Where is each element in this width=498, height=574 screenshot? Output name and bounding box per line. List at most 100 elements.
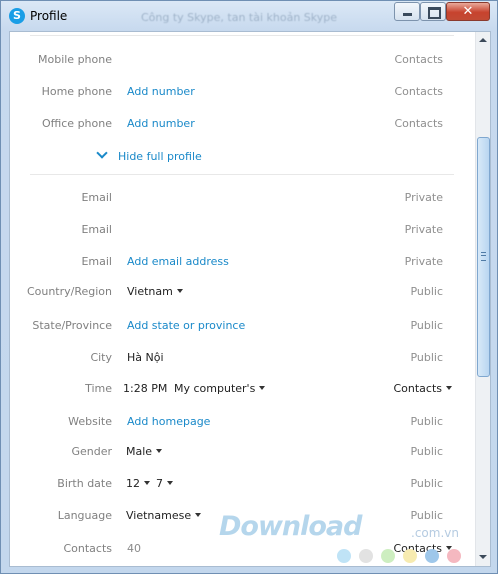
row-country: Country/Region Vietnam Public bbox=[10, 282, 476, 302]
field-label: Office phone bbox=[41, 117, 112, 130]
contacts-privacy-dropdown[interactable]: Contacts bbox=[393, 542, 452, 555]
timezone-dropdown[interactable]: My computer's bbox=[174, 382, 266, 395]
birth-month-dropdown[interactable]: 7 bbox=[156, 477, 173, 490]
scroll-up-arrow-icon[interactable] bbox=[479, 38, 487, 42]
row-city: City Hà Nội Public bbox=[10, 348, 476, 368]
maximize-button[interactable] bbox=[420, 2, 446, 21]
field-label: Email bbox=[81, 255, 112, 268]
watermark-dot bbox=[447, 549, 461, 563]
privacy-label: Public bbox=[410, 319, 443, 332]
scroll-down-arrow-icon[interactable] bbox=[479, 555, 487, 559]
chevron-down-icon bbox=[96, 147, 108, 159]
minimize-button[interactable] bbox=[394, 2, 420, 21]
country-dropdown[interactable]: Vietnam bbox=[127, 285, 183, 298]
title-bar[interactable]: S Profile Công ty Skype, tan tài khoản S… bbox=[1, 1, 498, 31]
language-dropdown[interactable]: Vietnamese bbox=[126, 509, 202, 522]
city-value[interactable]: Hà Nội bbox=[127, 351, 164, 364]
row-state: State/Province Add state or province Pub… bbox=[10, 316, 476, 336]
privacy-label: Public bbox=[410, 415, 443, 428]
close-icon: ✕ bbox=[462, 4, 474, 19]
watermark-dot bbox=[359, 549, 373, 563]
privacy-label: Public bbox=[410, 445, 443, 458]
field-label: Website bbox=[68, 415, 112, 428]
birth-day-dropdown[interactable]: 12 bbox=[126, 477, 150, 490]
field-label: Language bbox=[57, 509, 112, 522]
row-email-3: Email Add email address Private bbox=[10, 252, 476, 272]
field-label: City bbox=[90, 351, 112, 364]
divider bbox=[30, 35, 454, 36]
close-button[interactable]: ✕ bbox=[446, 2, 490, 21]
field-label: Home phone bbox=[41, 85, 112, 98]
field-label: Email bbox=[81, 191, 112, 204]
privacy-label: Private bbox=[404, 255, 443, 268]
row-time: Time 1:28 PM My computer's Contacts bbox=[10, 379, 476, 399]
privacy-value: Contacts bbox=[393, 382, 442, 395]
language-value: Vietnamese bbox=[126, 509, 192, 522]
field-label: Birth date bbox=[57, 477, 112, 490]
field-label: Gender bbox=[71, 445, 112, 458]
profile-content: Mobile phone Contacts Home phone Add num… bbox=[9, 31, 491, 567]
row-email-2: Email Private bbox=[10, 220, 476, 240]
country-value: Vietnam bbox=[127, 285, 173, 298]
contacts-count: 40 bbox=[127, 542, 141, 555]
watermark-logo: Download bbox=[219, 511, 362, 542]
privacy-label: Contacts bbox=[394, 85, 443, 98]
grip-icon bbox=[481, 252, 486, 261]
privacy-label: Contacts bbox=[394, 117, 443, 130]
watermark-dot bbox=[403, 549, 417, 563]
add-state-link[interactable]: Add state or province bbox=[127, 319, 245, 332]
chevron-down-icon bbox=[259, 386, 266, 390]
gender-dropdown[interactable]: Male bbox=[126, 445, 163, 458]
vertical-scrollbar[interactable] bbox=[475, 32, 490, 566]
privacy-label: Public bbox=[410, 285, 443, 298]
birth-day-value: 12 bbox=[126, 477, 140, 490]
privacy-label: Contacts bbox=[394, 53, 443, 66]
chevron-down-icon bbox=[176, 289, 183, 293]
birth-month-value: 7 bbox=[156, 477, 163, 490]
hide-full-profile-link[interactable]: Hide full profile bbox=[96, 147, 202, 163]
field-label: Country/Region bbox=[26, 285, 112, 298]
window-title: Profile bbox=[30, 9, 68, 23]
time-privacy-dropdown[interactable]: Contacts bbox=[393, 382, 452, 395]
watermark-dot bbox=[381, 549, 395, 563]
chevron-down-icon bbox=[144, 481, 150, 485]
window-frame: S Profile Công ty Skype, tan tài khoản S… bbox=[0, 0, 498, 574]
privacy-label: Public bbox=[410, 477, 443, 490]
watermark-dot bbox=[425, 549, 439, 563]
field-label: Time bbox=[85, 382, 112, 395]
watermark-domain: .com.vn bbox=[411, 526, 459, 540]
background-window-text: Công ty Skype, tan tài khoản Skype bbox=[141, 11, 338, 24]
chevron-down-icon bbox=[446, 386, 452, 390]
add-email-link[interactable]: Add email address bbox=[127, 255, 229, 268]
row-birth-date: Birth date 12 7 Public bbox=[10, 474, 476, 494]
row-email-1: Email Private bbox=[10, 188, 476, 208]
timezone-value: My computer's bbox=[174, 382, 256, 395]
add-office-phone-link[interactable]: Add number bbox=[127, 117, 195, 130]
privacy-label: Private bbox=[404, 223, 443, 236]
time-value: 1:28 PM bbox=[123, 382, 168, 395]
chevron-down-icon bbox=[156, 449, 163, 453]
row-website: Website Add homepage Public bbox=[10, 412, 476, 432]
chevron-down-icon bbox=[167, 481, 173, 485]
field-label: Email bbox=[81, 223, 112, 236]
add-homepage-link[interactable]: Add homepage bbox=[127, 415, 210, 428]
privacy-label: Private bbox=[404, 191, 443, 204]
scrollbar-thumb[interactable] bbox=[477, 137, 490, 377]
row-gender: Gender Male Public bbox=[10, 442, 476, 462]
gender-value: Male bbox=[126, 445, 153, 458]
privacy-label: Public bbox=[410, 351, 443, 364]
row-office-phone: Office phone Add number Contacts bbox=[10, 114, 476, 134]
divider bbox=[30, 174, 454, 175]
watermark-dot bbox=[337, 549, 351, 563]
minimize-icon bbox=[403, 13, 412, 16]
field-label: Mobile phone bbox=[37, 53, 112, 66]
maximize-icon bbox=[428, 7, 441, 19]
row-mobile-phone: Mobile phone Contacts bbox=[10, 50, 476, 70]
skype-icon: S bbox=[9, 8, 25, 24]
chevron-down-icon bbox=[195, 513, 202, 517]
field-label: State/Province bbox=[32, 319, 112, 332]
field-label: Contacts bbox=[63, 542, 112, 555]
add-home-phone-link[interactable]: Add number bbox=[127, 85, 195, 98]
privacy-label: Public bbox=[410, 509, 443, 522]
row-home-phone: Home phone Add number Contacts bbox=[10, 82, 476, 102]
